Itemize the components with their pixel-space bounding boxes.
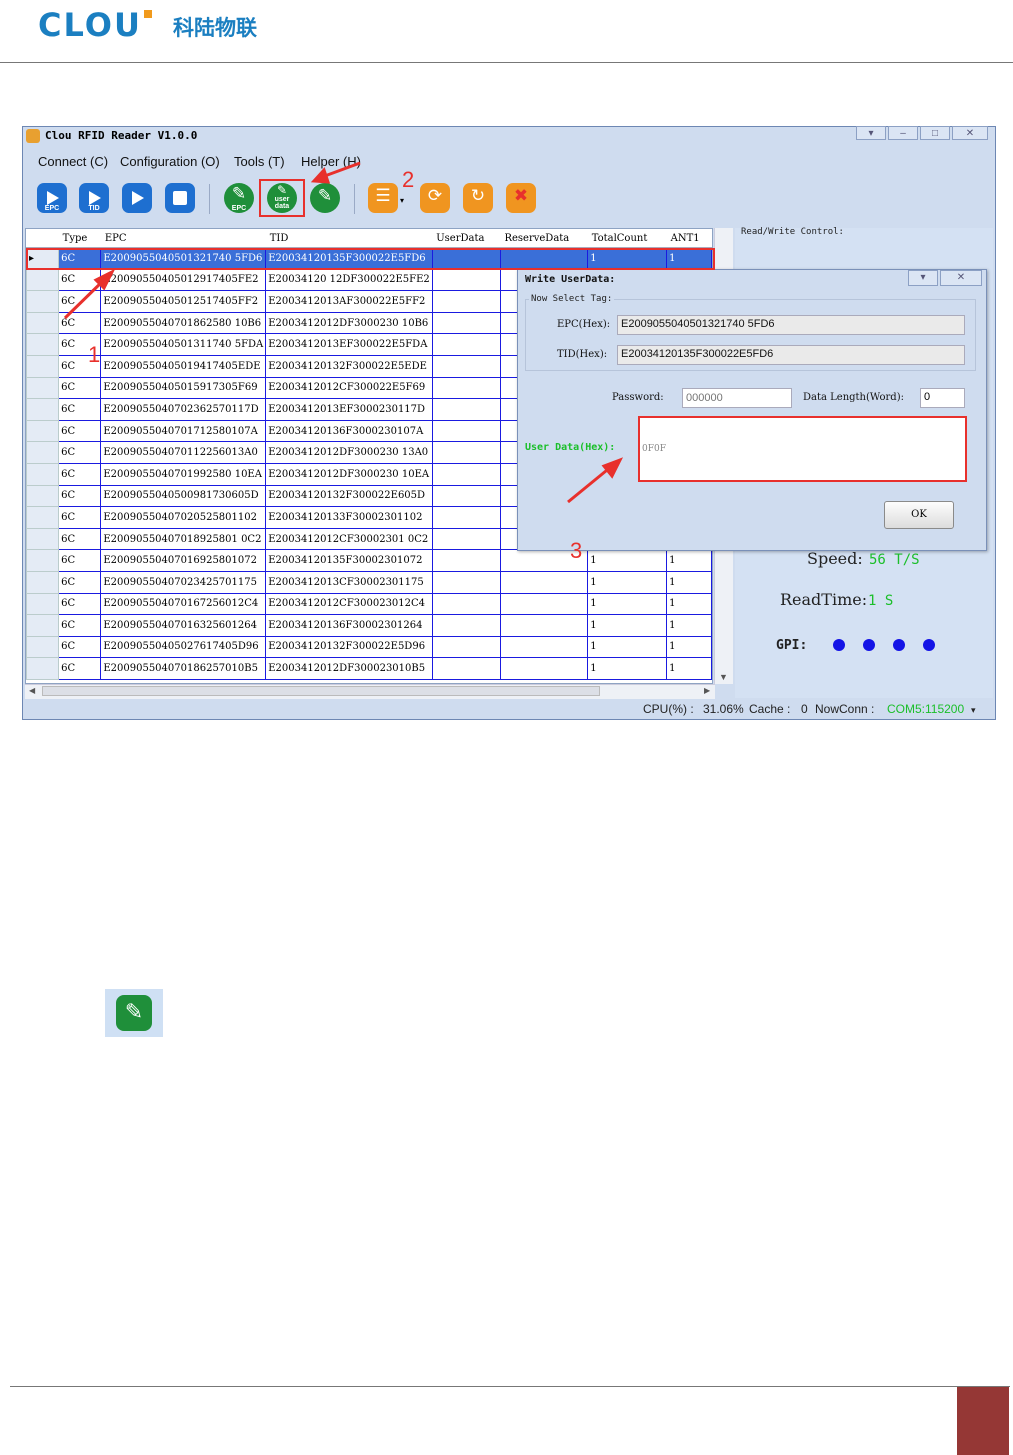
annotation-arrowhead — [601, 457, 624, 479]
footer-divider — [10, 1386, 1010, 1387]
annotation-arrow — [321, 161, 361, 179]
pencil-icon: ✎ — [116, 995, 152, 1031]
page-number-box — [957, 1387, 1009, 1455]
annotation-arrows — [63, 161, 624, 504]
annotation-arrowhead — [310, 167, 331, 184]
write-icon-illustration: ✎ — [105, 989, 163, 1037]
annotation-arrow — [567, 464, 613, 504]
